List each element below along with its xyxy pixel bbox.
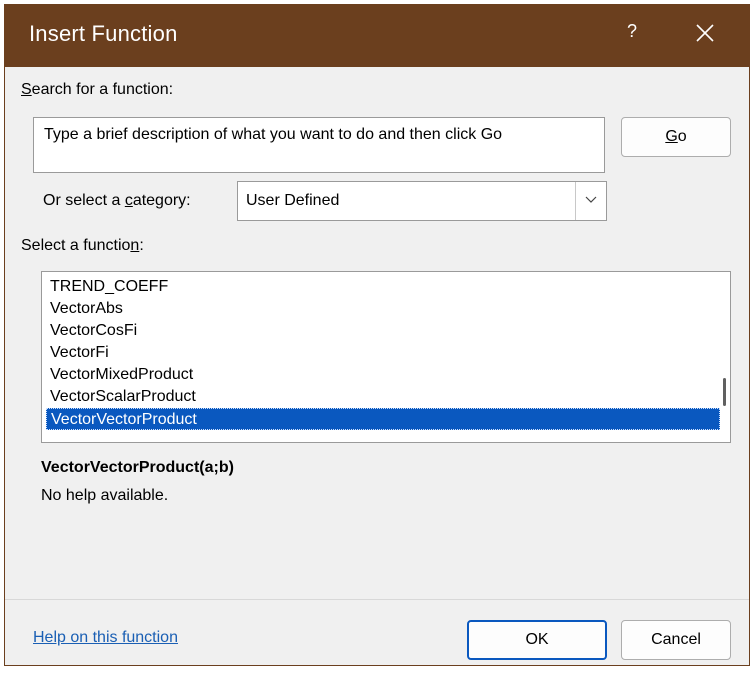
category-dropdown-button[interactable] <box>575 182 606 220</box>
cancel-button[interactable]: Cancel <box>621 620 731 660</box>
function-list-item[interactable]: VectorFi <box>46 342 720 364</box>
function-list-item[interactable]: VectorMixedProduct <box>46 364 720 386</box>
function-list[interactable]: TREND_COEFF VectorAbs VectorCosFi Vector… <box>41 271 731 443</box>
function-list-item[interactable]: VectorAbs <box>46 298 720 320</box>
chevron-down-icon <box>585 196 597 203</box>
function-list-item[interactable]: VectorCosFi <box>46 320 720 342</box>
category-value: User Defined <box>246 192 340 209</box>
category-select[interactable]: User Defined <box>237 181 607 221</box>
function-list-item[interactable]: TREND_COEFF <box>46 276 720 298</box>
category-label: Or select a category: <box>43 192 191 209</box>
dialog-title: Insert Function <box>29 21 178 46</box>
ok-button[interactable]: OK <box>467 620 607 660</box>
go-button[interactable]: Go <box>621 117 731 157</box>
help-button[interactable]: ? <box>627 21 637 42</box>
insert-function-dialog: Insert Function ? Search for a function:… <box>4 4 750 666</box>
function-list-label: Select a function: <box>21 237 144 254</box>
function-signature: VectorVectorProduct(a;b) <box>41 459 234 476</box>
function-list-item[interactable]: VectorScalarProduct <box>46 386 720 408</box>
search-input[interactable]: Type a brief description of what you wan… <box>33 117 605 173</box>
close-icon <box>696 24 714 42</box>
help-on-function-link[interactable]: Help on this function <box>33 629 178 647</box>
title-bar[interactable]: Insert Function ? <box>5 5 749 67</box>
footer-divider <box>5 599 749 600</box>
scrollbar-thumb[interactable] <box>723 378 726 406</box>
close-button[interactable] <box>691 15 721 51</box>
function-help-text: No help available. <box>41 487 169 504</box>
search-label: Search for a function: <box>21 81 174 98</box>
function-list-item-selected[interactable]: VectorVectorProduct <box>46 408 720 430</box>
function-list-scrollbar[interactable] <box>720 274 728 440</box>
